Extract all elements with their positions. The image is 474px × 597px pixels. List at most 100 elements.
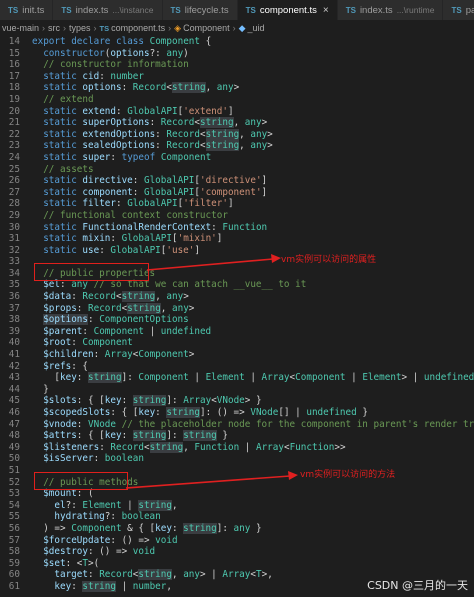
code-line: 18 static options: Record<string, any> (0, 82, 474, 94)
code-text: $children: Array<Component> (43, 349, 195, 361)
code-line: 30 static FunctionalRenderContext: Funct… (0, 222, 474, 234)
code-line: 35 $el: any // so that we can attach __v… (0, 279, 474, 291)
code-text: static sealedOptions: Record<string, any… (43, 140, 273, 152)
code-text: $root: Component (43, 337, 133, 349)
code-line: 49 $listeners: Record<string, Function |… (0, 441, 474, 454)
line-number: 44 (8, 383, 20, 395)
line-number: 24 (8, 151, 20, 163)
code-line: 56 ) => Component & { [key: string]: any… (0, 522, 474, 535)
code-text: $props: Record<string, any> (43, 302, 195, 314)
tab-2[interactable]: TS lifecycle.ts (162, 0, 238, 20)
line-number: 43 (8, 372, 20, 384)
tab-3[interactable]: TS component.ts × (237, 0, 338, 20)
code-line: 47 $vnode: VNode // the placeholder node… (0, 419, 474, 431)
tab-5[interactable]: TSpatch.ts (443, 0, 474, 20)
code-line: 57 $forceUpdate: () => void (0, 535, 474, 547)
code-text: static component: GlobalAPI['component'] (43, 186, 268, 198)
line-number: 51 (8, 464, 20, 476)
code-line: 23 static sealedOptions: Record<string, … (0, 140, 474, 152)
code-line: 15 constructor(options?: any) (0, 48, 474, 60)
code-text: el?: Element | string, (54, 499, 178, 511)
typescript-file-icon: TS (61, 5, 72, 15)
breadcrumb-item-class[interactable]: Component (183, 23, 230, 33)
line-number: 42 (8, 360, 20, 372)
line-number: 25 (8, 163, 20, 175)
tab-4[interactable]: TS index.ts ...\runtime (337, 0, 444, 20)
breadcrumb-separator-icon: › (93, 23, 97, 33)
code-text: $attrs: { [key: string]: string } (43, 430, 228, 442)
code-text: // public properties (43, 267, 156, 279)
code-text: static extendOptions: Record<string, any… (43, 128, 273, 140)
line-number: 47 (8, 418, 20, 430)
code-line: 51 (0, 465, 474, 477)
code-line: 25 // assets (0, 164, 474, 176)
breadcrumb-item-property[interactable]: _uid (248, 23, 265, 33)
line-number: 54 (8, 499, 20, 511)
code-line: 50 $isServer: boolean (0, 453, 474, 465)
tab-0[interactable]: TS init.ts (0, 0, 54, 20)
code-text: $data: Record<string, any> (43, 291, 189, 303)
tab-path-hint: ...\runtime (396, 5, 435, 15)
line-number: 29 (8, 209, 20, 221)
line-number: 17 (8, 70, 20, 82)
code-text: static mixin: GlobalAPI['mixin'] (43, 233, 223, 245)
line-number: 39 (8, 325, 20, 337)
line-number: 53 (8, 488, 20, 500)
code-editor[interactable]: 14 export declare class Component {15 con… (0, 36, 474, 593)
code-text: $slots: { [key: string]: Array<VNode> } (43, 395, 262, 407)
tab-label: index.ts (75, 4, 109, 16)
breadcrumb-item-root[interactable]: vue-main (2, 23, 39, 33)
code-text: $parent: Component | undefined (43, 325, 212, 337)
breadcrumb-item-types[interactable]: types (69, 23, 91, 33)
code-text: $set: <T>( (43, 557, 100, 569)
line-number: 38 (8, 314, 20, 326)
line-number: 45 (8, 395, 20, 407)
tab-label: init.ts (22, 4, 45, 16)
code-text: $refs: { (43, 360, 88, 372)
close-icon[interactable]: × (323, 5, 329, 16)
code-line: 52 // public methods (0, 477, 474, 489)
typescript-file-icon: TS (99, 23, 110, 33)
line-number: 59 (8, 557, 20, 569)
line-number: 57 (8, 534, 20, 546)
typescript-file-icon: TS (451, 5, 462, 15)
code-line: 45 $slots: { [key: string]: Array<VNode>… (0, 395, 474, 407)
breadcrumb-separator-icon: › (168, 23, 172, 33)
code-line: 20 static extend: GlobalAPI['extend'] (0, 106, 474, 118)
line-number: 48 (8, 430, 20, 442)
code-text: $vnode: VNode // the placeholder node fo… (43, 418, 474, 430)
code-line: 37 $props: Record<string, any> (0, 302, 474, 315)
typescript-file-icon: TS (345, 5, 356, 15)
watermark: CSDN @三月的一天 (367, 579, 468, 592)
code-line: 34 // public properties (0, 268, 474, 280)
line-number: 19 (8, 93, 20, 105)
line-number: 32 (8, 244, 20, 256)
code-text: ) => Component & { [key: string]: any } (32, 522, 262, 534)
editor-tabs: TS init.ts TS index.ts ...\instance TS lifecyc… (0, 0, 474, 21)
code-text: key: string | number, (54, 580, 172, 592)
code-line: 29 // functional context constructor (0, 210, 474, 222)
code-text: $isServer: boolean (43, 453, 144, 465)
tab-path-hint: ...\instance (112, 5, 154, 15)
code-line: 36 $data: Record<string, any> (0, 291, 474, 303)
line-number: 50 (8, 453, 20, 465)
line-number: 52 (8, 476, 20, 488)
code-text: // functional context constructor (43, 209, 228, 221)
line-number: 31 (8, 233, 20, 245)
code-line: 28 static filter: GlobalAPI['filter'] (0, 198, 474, 210)
code-text: static filter: GlobalAPI['filter'] (43, 198, 234, 210)
tab-label: index.ts (359, 4, 393, 16)
code-line: 43 [key: string]: Component | Element | … (0, 372, 474, 384)
line-number: 27 (8, 186, 20, 198)
code-line: 16 // constructor information (0, 59, 474, 71)
annotation-properties: vm实例可以访问的属性 (281, 255, 377, 265)
line-number: 35 (8, 279, 20, 291)
breadcrumb-item-src[interactable]: src (48, 23, 60, 33)
tab-1[interactable]: TS index.ts ...\instance (53, 0, 163, 20)
code-text: $listeners: Record<string, Function | Ar… (43, 441, 346, 453)
breadcrumb-item-file[interactable]: component.ts (111, 23, 165, 33)
code-line: 48 $attrs: { [key: string]: string } (0, 430, 474, 442)
annotation-methods: vm实例可以访问的方法 (300, 470, 396, 480)
code-text: hydrating?: boolean (54, 511, 161, 523)
typescript-file-icon: TS (8, 5, 19, 15)
